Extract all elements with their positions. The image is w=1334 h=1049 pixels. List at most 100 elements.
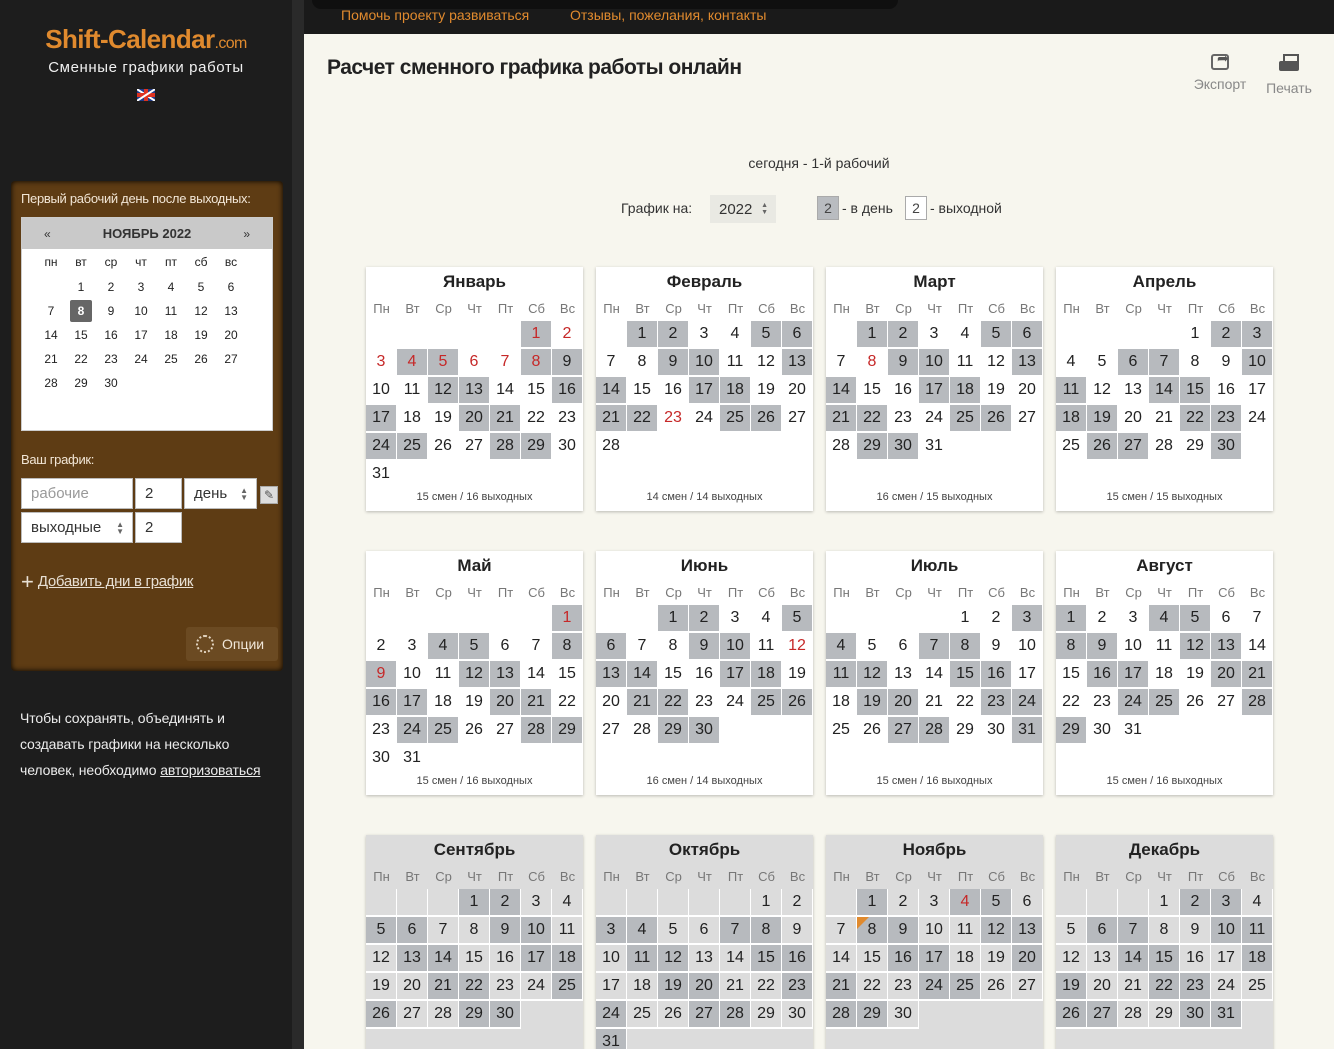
mini-day[interactable]: 2 [96, 275, 126, 299]
work-days-input[interactable]: рабочие [21, 478, 133, 509]
top-nav-support-link[interactable]: Помочь проекту развиваться [341, 7, 529, 23]
off-day-cell: 16 [1211, 377, 1242, 405]
work-day-cell: 25 [428, 717, 459, 745]
off-day-cell: 23 [888, 973, 919, 1001]
mini-day[interactable]: 12 [186, 299, 216, 323]
off-day-cell: 22 [1056, 689, 1087, 717]
login-link[interactable]: авторизоваться [160, 762, 260, 778]
off-day-cell: 1 [950, 605, 981, 633]
weekday-label: Вс [789, 869, 806, 884]
mini-day[interactable]: 11 [156, 299, 186, 323]
work-day-cell: 21 [627, 689, 658, 717]
work-day-cell: 20 [459, 405, 490, 433]
empty-cell [1056, 321, 1087, 349]
mini-day[interactable]: 13 [216, 299, 246, 323]
print-button[interactable]: Печать [1254, 54, 1324, 96]
mini-day[interactable]: 21 [36, 347, 66, 371]
work-day-cell: 20 [1211, 661, 1242, 689]
mini-day[interactable]: 18 [156, 323, 186, 347]
month-title: Июнь [680, 556, 729, 575]
work-day-cell: 3 [596, 917, 627, 945]
work-day-cell: 22 [459, 973, 490, 1001]
off-day-cell: 18 [950, 945, 981, 973]
unit-select[interactable]: день ▲ ▼ [184, 478, 257, 509]
off-day-cell: 17 [1211, 945, 1242, 973]
mini-day[interactable]: 7 [36, 299, 66, 323]
mini-day[interactable]: 26 [186, 347, 216, 371]
mini-day[interactable]: 16 [96, 323, 126, 347]
mini-day[interactable]: 24 [126, 347, 156, 371]
weekday-label: Вт [405, 301, 420, 316]
mini-day[interactable]: 1 [66, 275, 96, 299]
pencil-icon[interactable]: ✎ [260, 486, 278, 504]
off-day-cell: 12 [366, 945, 397, 973]
mini-day[interactable]: 30 [96, 371, 126, 395]
empty-cell [366, 889, 397, 917]
work-day-cell: 24 [366, 433, 397, 461]
off-count-input[interactable]: 2 [135, 512, 182, 543]
mini-day[interactable]: 6 [216, 275, 246, 299]
weekday-label: Чт [1157, 301, 1172, 316]
options-button[interactable]: Опции [186, 627, 278, 661]
off-day-cell: 28 [1118, 1001, 1149, 1029]
off-day-cell: 22 [751, 973, 782, 1001]
off-day-cell: 18 [826, 689, 857, 717]
mini-day[interactable]: 14 [36, 323, 66, 347]
weekday-label: Пт [1187, 301, 1204, 316]
mini-day[interactable]: 23 [96, 347, 126, 371]
mini-day[interactable]: 17 [126, 323, 156, 347]
off-day-cell: 14 [826, 945, 857, 973]
off-days-select[interactable]: выходные ▲ ▼ [21, 512, 133, 543]
off-day-cell: 8 [627, 349, 658, 377]
top-nav-feedback-link[interactable]: Отзывы, пожелания, контакты [570, 7, 766, 23]
off-day-cell: 27 [1012, 973, 1043, 1001]
today-status: сегодня - 1-й рабочий [748, 155, 890, 171]
day-grid: 1 2 3 4 5 6 7 8 9 10 11 12 13 14 15 16 17 18 19 20 21 22 23 24 2… [1056, 889, 1273, 1049]
month-card: Апрель Пн Вт Ср Чт Пт Сб Вс 1 2 3 4 5 6 7 8 9 10 11 12 13 14 1… [1056, 267, 1273, 511]
off-day-cell: 5 [658, 917, 689, 945]
weekday-label: Чт [697, 869, 712, 884]
work-day-cell: 10 [919, 349, 950, 377]
mini-day[interactable]: 27 [216, 347, 246, 371]
mini-day[interactable]: 3 [126, 275, 156, 299]
mini-weekday: вс [224, 255, 238, 269]
work-day-cell: 4 [950, 889, 981, 917]
work-day-cell: 17 [919, 377, 950, 405]
off-day-cell: 9 [1180, 917, 1211, 945]
mini-day[interactable]: 22 [66, 347, 96, 371]
mini-day[interactable]: 25 [156, 347, 186, 371]
off-day-cell: 11 [950, 349, 981, 377]
mini-day[interactable]: 8 [70, 300, 92, 322]
empty-cell [366, 321, 397, 349]
mini-day[interactable]: 10 [126, 299, 156, 323]
export-button[interactable]: Экспорт [1185, 50, 1255, 92]
work-day-cell: 14 [826, 377, 857, 405]
mini-day[interactable]: 5 [186, 275, 216, 299]
weekday-label: Вт [1095, 301, 1110, 316]
work-day-cell: 5 [1180, 605, 1211, 633]
mini-weekday: чт [135, 255, 147, 269]
add-days-link[interactable]: + Добавить дни в график [21, 569, 193, 595]
off-day-cell: 30 [981, 717, 1012, 745]
mini-day[interactable]: 20 [216, 323, 246, 347]
work-day-cell: 28 [720, 1001, 751, 1029]
uk-flag-icon[interactable] [137, 89, 155, 101]
weekday-label: Чт [927, 301, 942, 316]
schedule-controls: График на: 2022 ▲ ▼ 2 - в день 2 - выходно… [304, 194, 1334, 224]
mini-day[interactable]: 29 [66, 371, 96, 395]
prev-month-button[interactable]: « [44, 227, 51, 241]
empty-cell [490, 605, 521, 633]
weekday-label: Пт [497, 301, 514, 316]
mini-day[interactable]: 4 [156, 275, 186, 299]
weekday-label: Сб [988, 585, 1005, 600]
year-select[interactable]: 2022 ▲ ▼ [710, 195, 776, 223]
mini-day[interactable]: 15 [66, 323, 96, 347]
next-month-button[interactable]: » [243, 227, 250, 241]
weekday-label: Пн [373, 301, 390, 316]
site-logo[interactable]: Shift-Calendar.com [0, 24, 292, 55]
mini-day[interactable]: 19 [186, 323, 216, 347]
mini-day[interactable]: 9 [96, 299, 126, 323]
work-count-input[interactable]: 2 [135, 478, 182, 509]
export-icon [1211, 50, 1229, 70]
mini-day[interactable]: 28 [36, 371, 66, 395]
